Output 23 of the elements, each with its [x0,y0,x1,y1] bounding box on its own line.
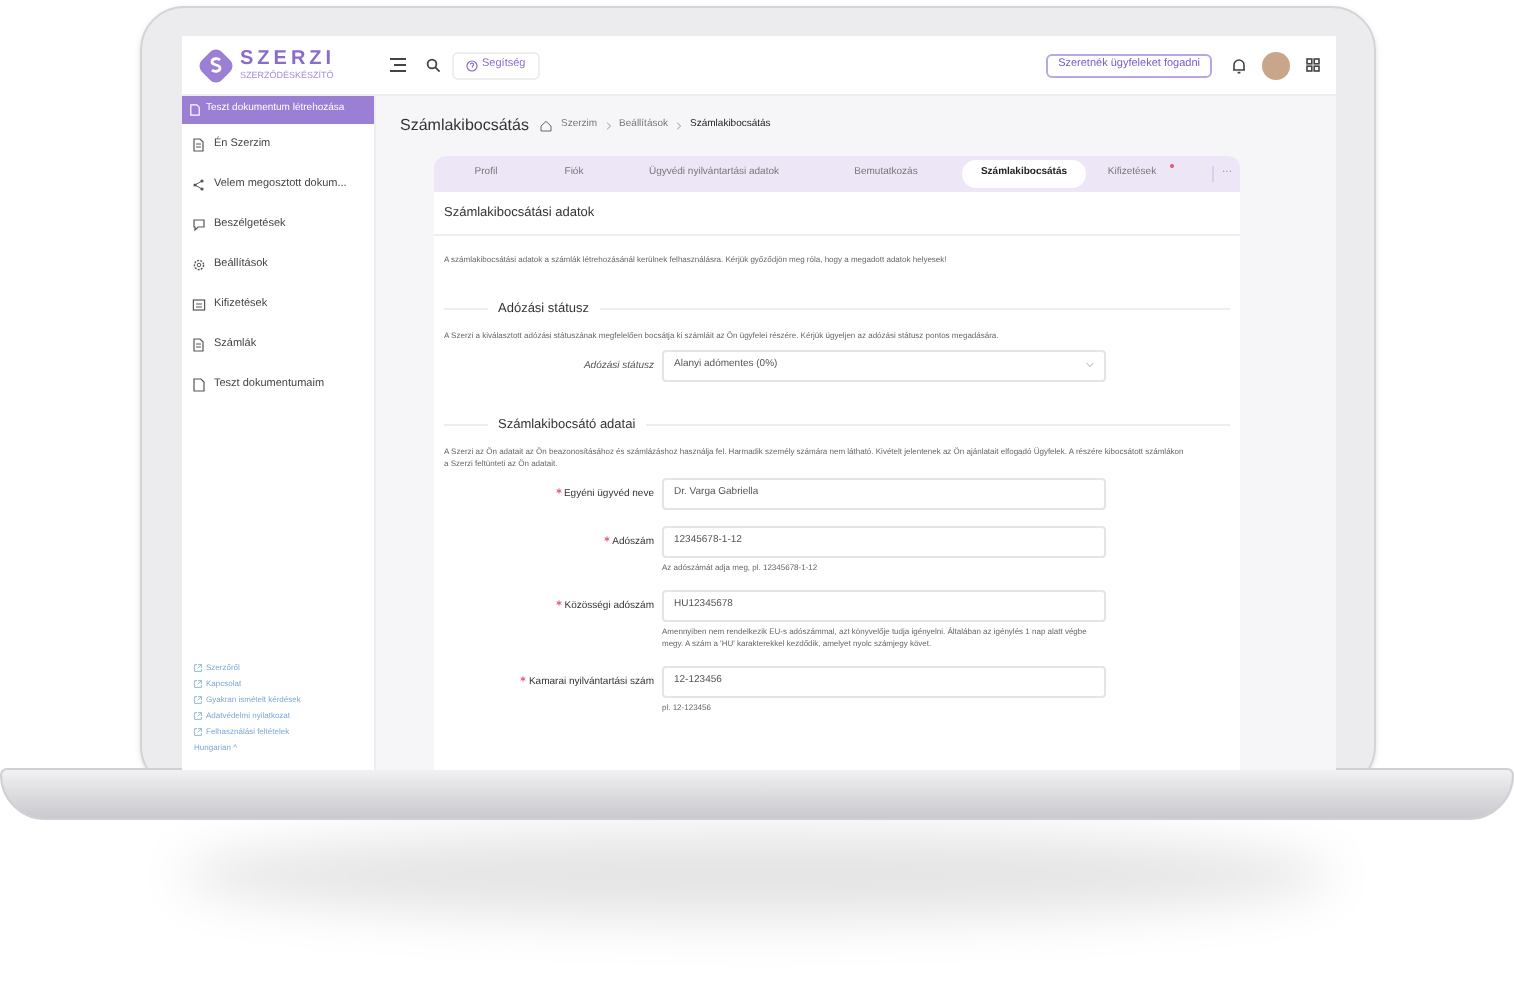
external-link-icon [194,680,202,688]
chevron-right-icon [676,122,683,130]
external-link-icon [194,696,202,704]
external-link-icon [194,712,202,720]
chat-icon [192,217,206,231]
file-icon [192,377,206,391]
external-link-icon [194,728,202,736]
chevron-down-icon [1086,362,1094,369]
external-link-icon [194,664,202,672]
share-icon [192,177,206,191]
logo-text: SZERZI [240,49,336,70]
home-icon [540,120,553,132]
bell-icon[interactable] [1232,57,1246,73]
menu-icon[interactable] [390,58,406,72]
help-icon [466,59,478,71]
document-icon [192,337,206,351]
chevron-right-icon [605,122,612,130]
settings-icon [192,257,206,271]
document-icon [192,137,206,151]
search-icon[interactable] [426,58,440,72]
apps-grid-icon[interactable] [1306,58,1320,72]
page-title: Számlakibocsátás [400,114,529,138]
logo-icon [198,47,234,83]
